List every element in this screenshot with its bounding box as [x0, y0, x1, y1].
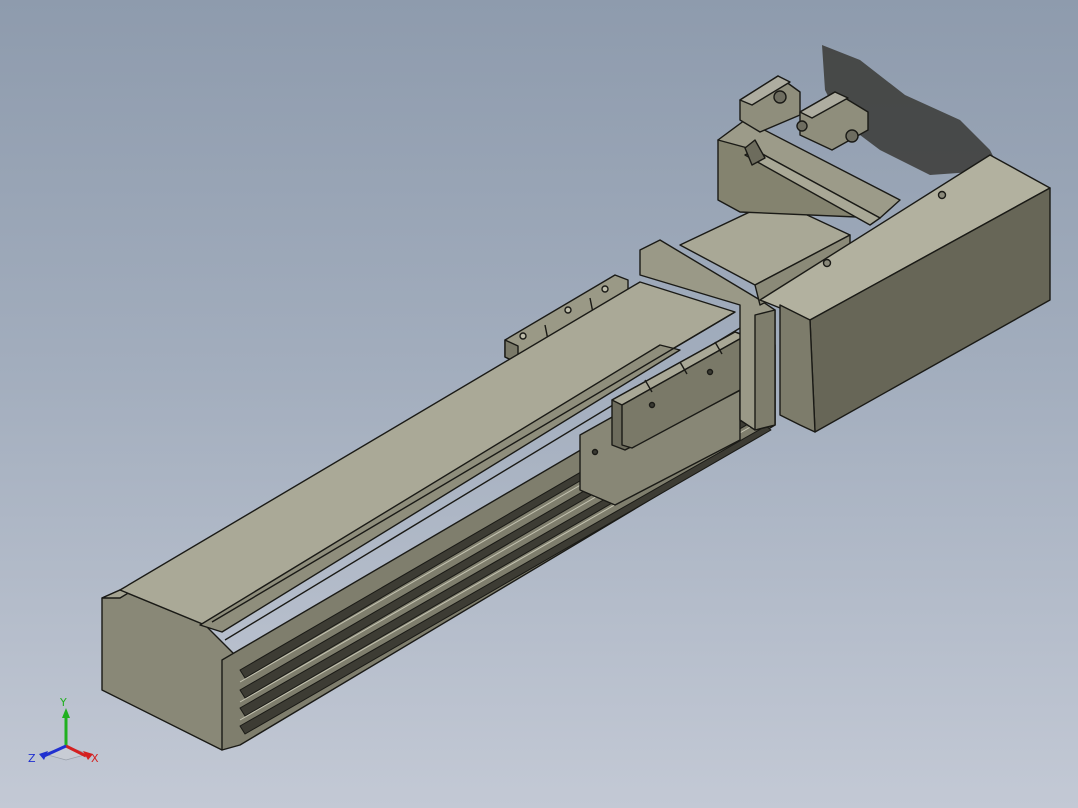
z-axis-label: Z [28, 752, 36, 765]
x-axis-label: X [91, 752, 99, 765]
cad-model[interactable] [0, 0, 1078, 808]
y-axis-arrow [62, 708, 70, 718]
coupling-flange-front [754, 309, 776, 431]
orientation-triad: Y X Z [28, 696, 99, 765]
y-axis-label: Y [59, 696, 67, 709]
3d-viewport[interactable]: Y X Z [0, 0, 1078, 808]
